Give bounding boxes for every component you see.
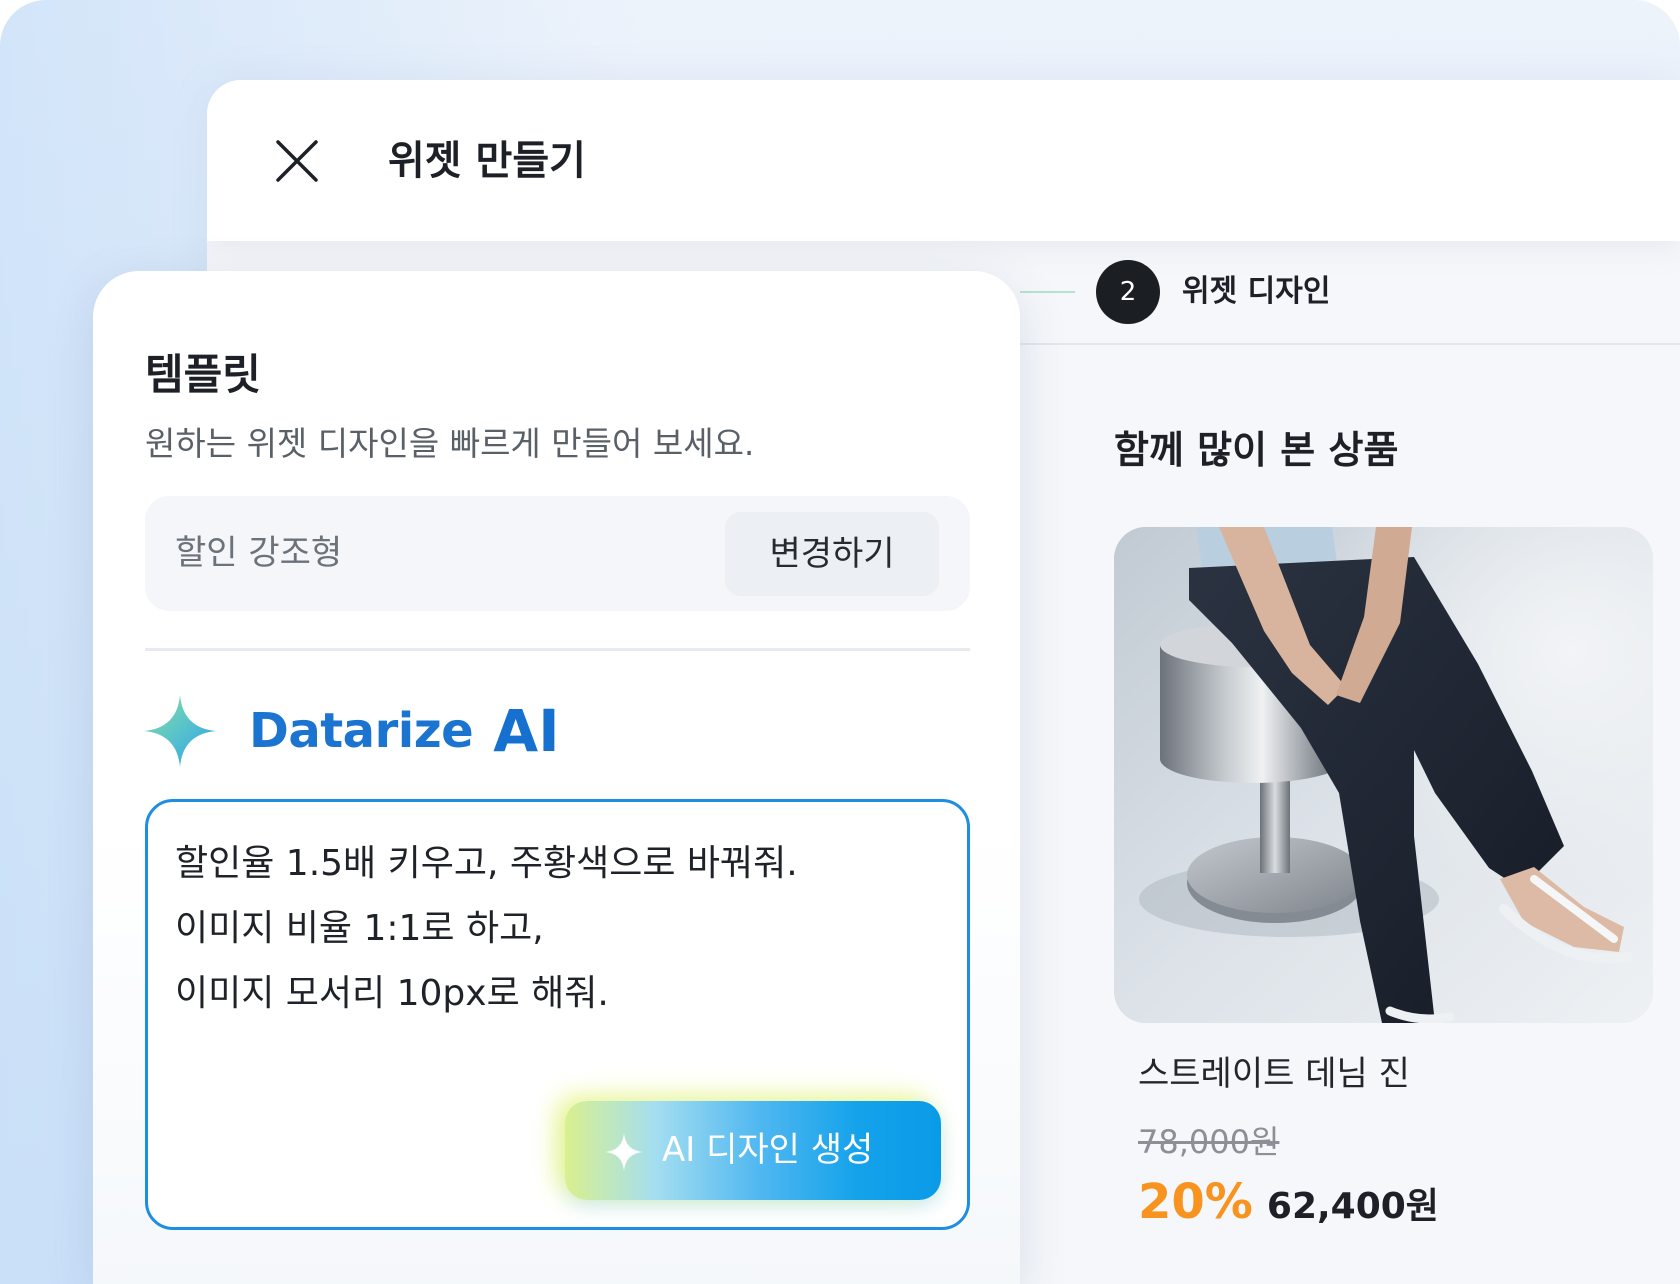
brand-name: Datarize — [249, 703, 474, 759]
step-label: 위젯 디자인 — [1182, 274, 1331, 309]
template-title: 템플릿 — [145, 350, 261, 399]
template-panel: 템플릿 원하는 위젯 디자인을 빠르게 만들어 보세요. 할인 강조형 변경하기… — [93, 271, 1020, 1284]
price-row: 20% 62,400원 — [1138, 1172, 1439, 1232]
window-header: 위젯 만들기 — [207, 80, 1680, 241]
template-subtitle: 원하는 위젯 디자인을 빠르게 만들어 보세요. — [145, 424, 755, 463]
brand-suffix: AI — [493, 697, 560, 765]
close-icon — [276, 140, 318, 182]
product-image — [1114, 527, 1653, 1023]
step-number-badge: 2 — [1096, 260, 1160, 324]
datarize-ai-logo: Datarize AI — [144, 695, 560, 767]
ai-prompt-input[interactable]: 할인율 1.5배 키우고, 주황색으로 바꿔줘. 이미지 비율 1:1로 하고,… — [148, 802, 967, 1072]
page-title: 위젯 만들기 — [388, 138, 586, 184]
product-name: 스트레이트 데님 진 — [1138, 1054, 1410, 1094]
sale-price: 62,400원 — [1266, 1186, 1439, 1227]
ai-generate-button-label: AI 디자인 생성 — [662, 1130, 874, 1170]
ai-prompt-box: 할인율 1.5배 키우고, 주황색으로 바꿔줘. 이미지 비율 1:1로 하고,… — [145, 799, 970, 1230]
close-button[interactable] — [275, 139, 319, 183]
discount-rate: 20% — [1138, 1174, 1253, 1230]
preview-section-title: 함께 많이 본 상품 — [1114, 428, 1399, 472]
change-template-button[interactable]: 변경하기 — [725, 512, 939, 596]
selected-template-box: 할인 강조형 변경하기 — [145, 496, 970, 611]
divider — [145, 648, 970, 651]
page: 위젯 만들기 2 위젯 디자인 함께 많이 본 상품 스트레이트 데님 진 78… — [0, 0, 1680, 1284]
original-price: 78,000원 — [1138, 1123, 1280, 1161]
selected-template-name: 할인 강조형 — [175, 533, 343, 573]
ai-generate-button[interactable]: AI 디자인 생성 — [565, 1101, 941, 1200]
sparkle-icon — [605, 1133, 643, 1171]
sparkle-icon — [144, 695, 216, 767]
step-connector — [1020, 291, 1075, 293]
